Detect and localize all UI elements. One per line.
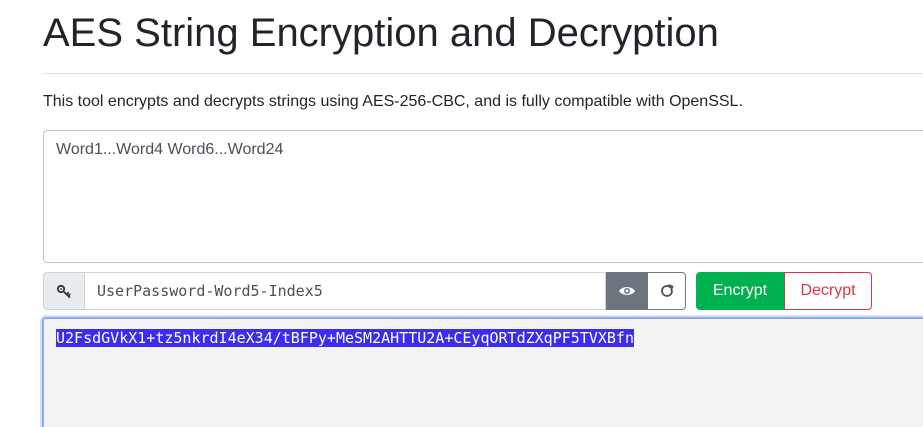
regenerate-key-button[interactable] — [648, 272, 686, 310]
key-input[interactable]: UserPassword-Word5-Index5 — [85, 272, 606, 310]
refresh-icon — [659, 283, 675, 299]
ciphertext-output[interactable]: U2FsdGVkX1+tz5nkrdI4eX34/tBFPy+MeSM2AHTT… — [42, 317, 923, 427]
plaintext-value: Word1...Word4 Word6...Word24 — [56, 141, 284, 158]
page-title: AES String Encryption and Decryption — [43, 11, 719, 55]
show-key-button[interactable] — [606, 272, 648, 310]
key-input-group: UserPassword-Word5-Index5 — [43, 272, 686, 310]
key-addon — [43, 272, 85, 310]
page-description: This tool encrypts and decrypts strings … — [43, 93, 743, 110]
action-button-group: Encrypt Decrypt — [696, 272, 872, 310]
decrypt-button[interactable]: Decrypt — [784, 272, 872, 310]
ciphertext-value: U2FsdGVkX1+tz5nkrdI4eX34/tBFPy+MeSM2AHTT… — [56, 329, 634, 347]
eye-icon — [618, 285, 636, 297]
key-value: UserPassword-Word5-Index5 — [97, 282, 323, 300]
plaintext-input[interactable]: Word1...Word4 Word6...Word24 — [43, 130, 923, 263]
page: AES String Encryption and Decryption Thi… — [0, 0, 923, 427]
divider — [43, 73, 923, 74]
encrypt-button[interactable]: Encrypt — [696, 272, 784, 310]
key-icon — [56, 283, 72, 299]
